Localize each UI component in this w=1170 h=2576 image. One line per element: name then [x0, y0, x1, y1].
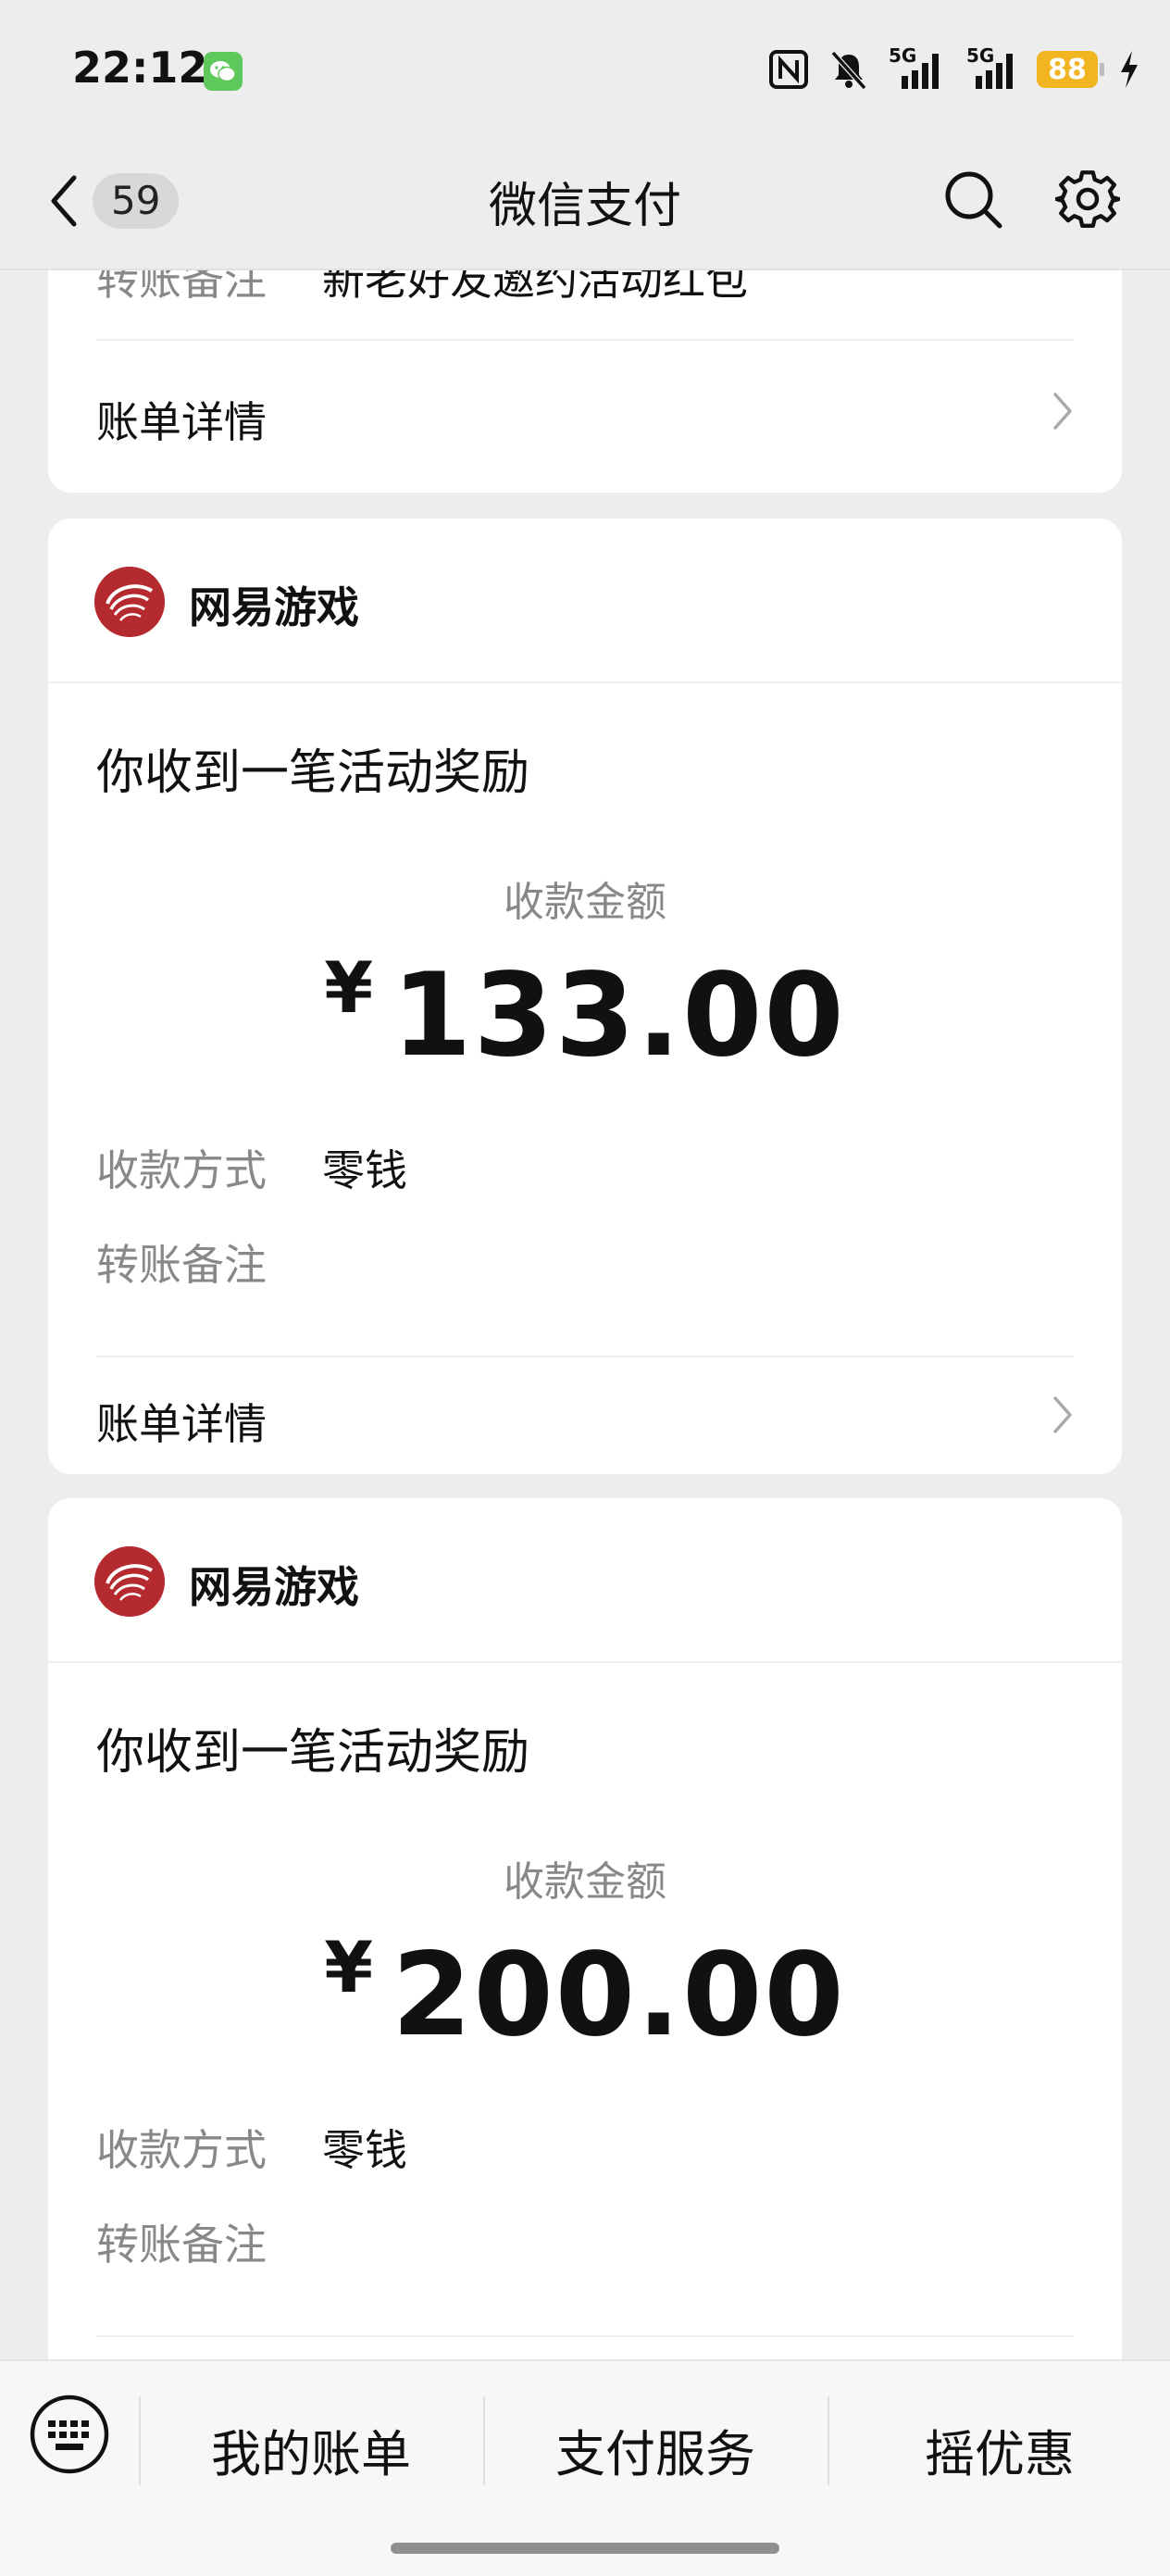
battery-indicator: 88: [1037, 51, 1104, 88]
tab-shake-offers[interactable]: 摇优惠: [829, 2413, 1170, 2486]
keyboard-icon[interactable]: [28, 2393, 111, 2476]
divider: [96, 2335, 1074, 2337]
chevron-right-icon: [1053, 1396, 1072, 1433]
divider: [48, 1661, 1122, 1663]
bill-detail-label: 账单详情: [96, 1399, 267, 1449]
remark-label: 转账备注: [96, 270, 267, 305]
status-indicators: 5G 5G 88: [768, 44, 1140, 91]
method-value: 零钱: [322, 1145, 407, 1195]
signal-icon: 5G: [889, 44, 942, 91]
status-bar: 22:12 5G 5G 88: [0, 0, 1170, 139]
card-title: 你收到一笔活动奖励: [96, 745, 530, 801]
method-label: 收款方式: [96, 1145, 267, 1195]
tab-my-bills[interactable]: 我的账单: [141, 2413, 481, 2486]
payment-card-partial: 转账备注 新老好友邀约活动红包 账单详情: [48, 270, 1122, 493]
amount-label: 收款金额: [504, 1858, 666, 1906]
netease-logo-icon: [94, 1546, 165, 1617]
merchant-name: 网易游戏: [189, 1562, 359, 1612]
bell-muted-icon: [830, 50, 867, 90]
amount-value: ¥133.00: [48, 946, 1122, 1082]
bill-detail-row[interactable]: 账单详情: [48, 1357, 1122, 1474]
wechat-icon: [204, 52, 243, 91]
netease-logo-icon: [94, 567, 165, 637]
message-list[interactable]: 转账备注 新老好友邀约活动红包 账单详情 网易游戏 你收到一笔活动奖励 收款金额…: [0, 270, 1170, 2359]
merchant-name: 网易游戏: [189, 582, 359, 632]
bottom-menu-bar: 我的账单 支付服务 摇优惠: [0, 2359, 1170, 2576]
nfc-icon: [769, 50, 808, 89]
payment-card: 网易游戏 你收到一笔活动奖励 收款金额 ¥133.00 收款方式 零钱 转账备注…: [48, 519, 1122, 1474]
payment-card: 网易游戏 你收到一笔活动奖励 收款金额 ¥200.00 收款方式 零钱 转账备注: [48, 1498, 1122, 2359]
signal-icon-2: 5G: [963, 44, 1016, 91]
method-value: 零钱: [322, 2125, 407, 2175]
currency-symbol: ¥: [324, 1926, 376, 2008]
amount-value: ¥200.00: [48, 1926, 1122, 2062]
remark-value: 新老好友邀约活动红包: [322, 270, 748, 305]
remark-label: 转账备注: [96, 2220, 267, 2270]
amount-number: 133.00: [392, 949, 846, 1082]
tab-payment-services[interactable]: 支付服务: [485, 2413, 826, 2486]
card-title: 你收到一笔活动奖励: [96, 1725, 530, 1781]
currency-symbol: ¥: [324, 946, 376, 1029]
status-time: 22:12: [72, 43, 208, 93]
home-indicator[interactable]: [391, 2543, 779, 2554]
bill-detail-row[interactable]: 账单详情: [48, 341, 1122, 480]
method-label: 收款方式: [96, 2125, 267, 2175]
chevron-right-icon: [1053, 393, 1072, 430]
charging-icon: [1121, 51, 1138, 88]
gear-icon[interactable]: [1055, 167, 1120, 231]
remark-label: 转账备注: [96, 1240, 267, 1290]
amount-label: 收款金额: [504, 879, 666, 926]
divider: [48, 682, 1122, 683]
bill-detail-label: 账单详情: [96, 397, 267, 447]
search-icon[interactable]: [942, 169, 1003, 230]
amount-number: 200.00: [392, 1929, 846, 2062]
